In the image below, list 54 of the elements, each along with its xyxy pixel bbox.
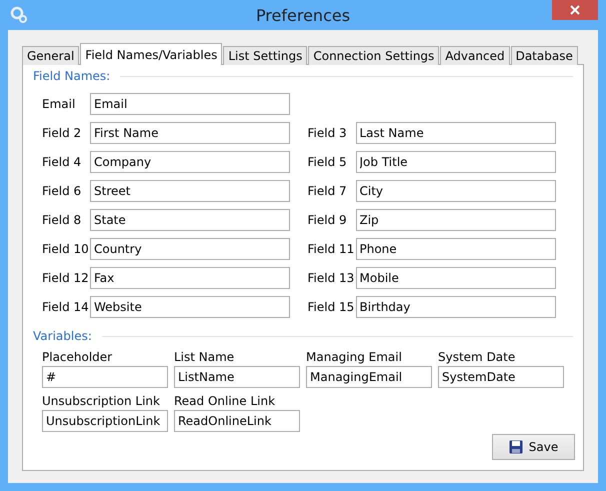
- input-field[interactable]: Country: [90, 238, 290, 260]
- input-field[interactable]: Mobile: [356, 266, 556, 288]
- input-field[interactable]: Zip: [356, 208, 556, 230]
- input-field[interactable]: ListName: [174, 366, 300, 388]
- input-field[interactable]: Birthday: [356, 296, 556, 318]
- tab[interactable]: Database: [510, 46, 578, 65]
- field-label: Field 12: [42, 270, 90, 284]
- input-field[interactable]: ReadOnlineLink: [174, 410, 300, 432]
- input-field[interactable]: City: [356, 180, 556, 202]
- field-label: Field 3: [308, 126, 348, 140]
- field-label: Placeholder: [42, 349, 114, 365]
- field-label: Managing Email: [306, 349, 403, 365]
- field-label: Field 13: [308, 270, 356, 284]
- input-field[interactable]: SystemDate: [438, 366, 564, 388]
- field-label: Field 10: [42, 242, 90, 256]
- tab[interactable]: Connection Settings: [308, 46, 440, 65]
- field-label: Field 5: [308, 154, 348, 168]
- input-field[interactable]: Fax: [90, 266, 290, 288]
- gears-icon: [10, 6, 28, 24]
- input-field[interactable]: Last Name: [356, 122, 556, 144]
- field-label: Field 11: [308, 242, 356, 256]
- field-label: Email: [42, 96, 76, 110]
- field-label: Field 9: [308, 212, 348, 226]
- close-button[interactable]: [552, 0, 598, 20]
- input-field[interactable]: UnsubscriptionLink: [42, 410, 168, 432]
- close-icon: [570, 5, 580, 15]
- input-field[interactable]: First Name: [90, 122, 290, 144]
- input-field[interactable]: #: [42, 366, 168, 388]
- tab[interactable]: Advanced: [440, 46, 510, 65]
- window-title: Preferences: [256, 6, 350, 24]
- field-label: Field 7: [308, 184, 348, 198]
- field-label: System Date: [438, 349, 516, 365]
- save-button[interactable]: Save: [492, 434, 575, 460]
- field-label: Field 2: [42, 126, 82, 140]
- field-label: Field 8: [42, 212, 82, 226]
- input-field[interactable]: Phone: [356, 238, 556, 260]
- tab[interactable]: List Settings: [223, 46, 308, 65]
- input-field[interactable]: Street: [90, 180, 290, 202]
- section-title: Variables:: [33, 329, 92, 343]
- field-label: Unsubscription Link: [42, 393, 161, 409]
- input-field[interactable]: ManagingEmail: [306, 366, 432, 388]
- section-title: Field Names:: [33, 69, 110, 83]
- field-label: List Name: [174, 349, 236, 365]
- field-label: Field 14: [42, 300, 90, 314]
- tab[interactable]: Field Names/Variables: [80, 43, 222, 65]
- field-label: Field 6: [42, 184, 82, 198]
- input-field[interactable]: Website: [90, 296, 290, 318]
- field-label: Field 4: [42, 154, 82, 168]
- field-label: Field 15: [308, 300, 356, 314]
- input-field[interactable]: Email: [90, 92, 290, 114]
- tab[interactable]: General: [22, 46, 80, 65]
- input-field[interactable]: Company: [90, 150, 290, 172]
- field-label: Read Online Link: [174, 393, 276, 409]
- input-field[interactable]: State: [90, 208, 290, 230]
